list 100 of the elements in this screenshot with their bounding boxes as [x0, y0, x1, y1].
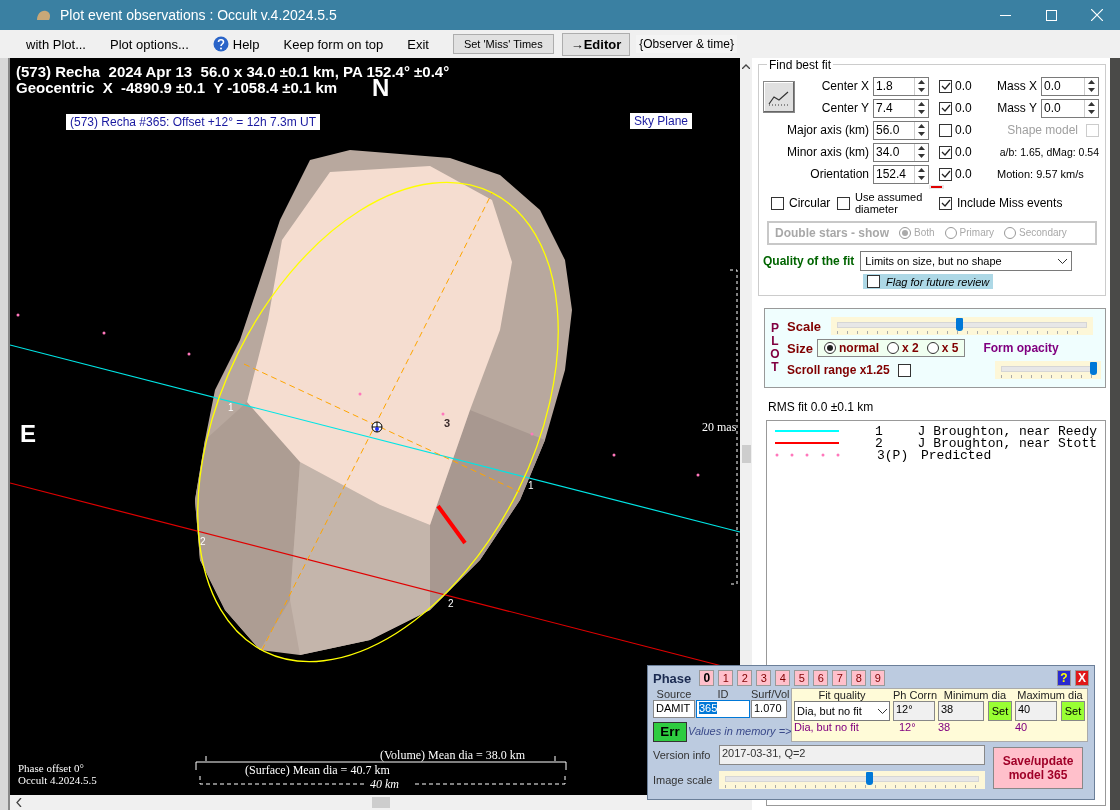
phase-button[interactable]: 2: [737, 670, 753, 686]
editor-button[interactable]: →Editor: [561, 32, 631, 56]
err-button[interactable]: Err: [653, 721, 687, 742]
version-field[interactable]: 2017-03-31, Q=2: [719, 745, 985, 765]
memory-value: 38: [938, 721, 952, 733]
phase-button[interactable]: 0: [699, 670, 715, 686]
chord-label: 2: [448, 598, 454, 609]
checkbox[interactable]: [837, 196, 850, 210]
predicted-point: [102, 331, 106, 335]
number-field[interactable]: 0.0: [1041, 76, 1099, 96]
set-button[interactable]: Set: [988, 701, 1012, 721]
scroll-up-icon[interactable]: [742, 64, 750, 69]
phase-offset-label: Phase offset 0°: [18, 762, 84, 774]
menu-item[interactable]: with Plot...: [14, 36, 98, 52]
checkbox-label: Include Miss events: [957, 197, 1063, 209]
east-label: E: [20, 420, 36, 448]
radio-button[interactable]: [926, 342, 939, 354]
surf-vol-field[interactable]: 1.070: [751, 700, 787, 719]
plot-header: Geocentric X -4890.9 ±0.1 Y -1058.4 ±0.1 km: [16, 79, 338, 96]
source-field[interactable]: DAMIT: [653, 700, 695, 719]
min-dia-field[interactable]: 38: [938, 701, 984, 721]
checkbox[interactable]: [939, 167, 952, 181]
up-arrow-icon[interactable]: [918, 145, 925, 150]
checkbox[interactable]: [939, 123, 952, 137]
radio-label: normal: [839, 342, 879, 354]
up-arrow-icon[interactable]: [918, 101, 925, 106]
number-field[interactable]: 34.0: [873, 142, 929, 162]
help-button[interactable]: ?: [1057, 670, 1071, 686]
opacity-label: Form opacity: [983, 341, 1059, 355]
down-arrow-icon[interactable]: [918, 110, 925, 115]
down-arrow-icon[interactable]: [918, 132, 925, 137]
predicted-point: [612, 453, 616, 457]
radio-button[interactable]: [887, 342, 899, 354]
phase-button[interactable]: 9: [870, 670, 886, 686]
phase-button[interactable]: 5: [794, 670, 810, 686]
down-arrow-icon[interactable]: [1088, 110, 1095, 115]
phase-button[interactable]: 3: [756, 670, 772, 686]
up-arrow-icon[interactable]: [1088, 101, 1095, 106]
menu-item[interactable]: Plot options...: [97, 36, 201, 52]
phase-button[interactable]: 8: [851, 670, 867, 686]
max-dia-field[interactable]: 40: [1015, 701, 1057, 721]
phase-button[interactable]: 1: [718, 670, 734, 686]
checkbox[interactable]: [939, 101, 952, 115]
id-field[interactable]: 365: [696, 700, 750, 719]
phase-button[interactable]: 6: [813, 670, 829, 686]
fit-button[interactable]: [763, 81, 795, 113]
save-button[interactable]: Save/update model 365: [993, 747, 1083, 789]
checkbox[interactable]: [939, 145, 952, 159]
menu-item[interactable]: Exit: [395, 36, 441, 52]
slider[interactable]: [831, 317, 1093, 335]
scroll-left-icon[interactable]: [16, 798, 22, 807]
center-marker-icon: [371, 421, 383, 433]
checkbox[interactable]: [771, 196, 784, 210]
predicted-label: 3: [444, 417, 451, 429]
down-arrow-icon[interactable]: [918, 176, 925, 181]
down-arrow-icon[interactable]: [1088, 88, 1095, 93]
checkbox[interactable]: [897, 363, 911, 377]
up-arrow-icon[interactable]: [918, 123, 925, 128]
predicted-point: [530, 432, 534, 436]
phase-button[interactable]: 7: [832, 670, 848, 686]
quality-dropdown[interactable]: Limits on size, but no shape: [860, 251, 1073, 271]
memory-value: 40: [1015, 721, 1029, 733]
number-field[interactable]: 0.0: [1041, 98, 1099, 118]
slider[interactable]: [995, 361, 1101, 379]
set-miss-times-button[interactable]: Set 'Miss' Times: [452, 34, 554, 54]
radio-button[interactable]: [824, 342, 836, 354]
radio-label: x 5: [941, 342, 959, 354]
observer-label: {Observer & time}: [636, 35, 737, 53]
up-arrow-icon[interactable]: [918, 79, 925, 84]
up-arrow-icon[interactable]: [918, 167, 925, 172]
close-button[interactable]: X: [1075, 670, 1089, 686]
slider-thumb[interactable]: [865, 772, 873, 785]
menu-item[interactable]: Help: [232, 36, 260, 52]
down-arrow-icon[interactable]: [918, 154, 925, 159]
number-field[interactable]: 7.4: [873, 98, 929, 118]
slider-thumb[interactable]: [1090, 362, 1097, 375]
chord-label: 1: [528, 480, 534, 491]
fit-quality-dropdown[interactable]: Dia, but no fit: [794, 701, 890, 721]
slider[interactable]: [719, 771, 985, 789]
delta-value: 0.0: [955, 79, 973, 93]
menu-item[interactable]: Keep form on top: [271, 36, 396, 52]
scroll-thumb[interactable]: [372, 797, 390, 808]
number-field[interactable]: 56.0: [873, 120, 929, 140]
checkbox[interactable]: [939, 196, 952, 210]
slider-thumb[interactable]: [955, 318, 963, 331]
checkmark-icon: [940, 169, 951, 179]
delta-value: 0.0: [955, 123, 973, 137]
ph-corr-field[interactable]: 12°: [893, 701, 935, 721]
set-button[interactable]: Set: [1061, 701, 1085, 721]
phase-button[interactable]: 4: [775, 670, 791, 686]
field-label: Image scale: [653, 774, 713, 786]
checkbox[interactable]: [939, 79, 952, 93]
checkbox[interactable]: [867, 275, 880, 288]
field-label: ID: [716, 688, 730, 701]
number-field[interactable]: 1.8: [873, 76, 929, 96]
up-arrow-icon[interactable]: [1088, 79, 1095, 84]
scale-bar-label: 40 km: [370, 777, 399, 792]
number-field[interactable]: 152.4: [873, 164, 929, 184]
down-arrow-icon[interactable]: [918, 88, 925, 93]
scroll-thumb[interactable]: [742, 445, 751, 463]
